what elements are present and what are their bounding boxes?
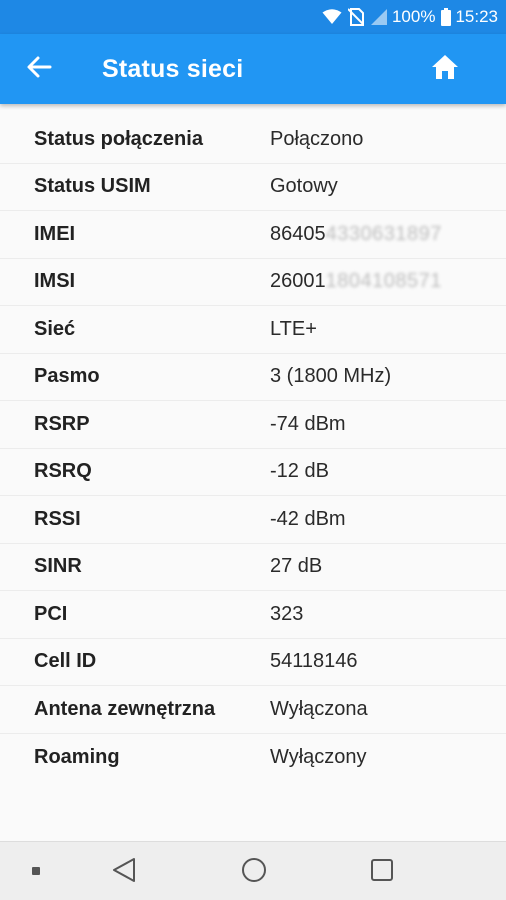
row-value: -42 dBm [270, 507, 346, 530]
nav-home-button[interactable] [236, 854, 272, 890]
row-value: -74 dBm [270, 412, 346, 435]
back-triangle-icon [112, 857, 136, 888]
battery-icon [441, 8, 452, 26]
home-circle-icon [241, 857, 267, 888]
list-item: Pasmo 3 (1800 MHz) [0, 354, 506, 401]
row-value: 260011804108571 [270, 270, 442, 293]
list-item: Sieć LTE+ [0, 306, 506, 354]
list-item: Antena zewnętrzna Wyłączona [0, 686, 506, 734]
row-value: 323 [270, 602, 304, 625]
signal-icon [370, 8, 388, 26]
list-item: IMSI 260011804108571 [0, 259, 506, 306]
recents-square-icon [370, 858, 394, 887]
list-item: IMEI 864054330631897 [0, 211, 506, 259]
row-label: Status połączenia [34, 127, 203, 150]
page-title: Status sieci [102, 55, 244, 83]
row-label: Roaming [34, 745, 120, 768]
list-item: Status połączenia Połączono [0, 116, 506, 164]
row-label: IMSI [34, 270, 76, 293]
arrow-back-icon [26, 54, 52, 85]
list-item: Status USIM Gotowy [0, 164, 506, 211]
imsi-redacted: 1804108571 [325, 270, 442, 293]
row-label: Sieć [34, 317, 76, 340]
list-item: Roaming Wyłączony [0, 734, 506, 782]
row-label: Pasmo [34, 365, 100, 388]
list-item: RSRQ -12 dB [0, 449, 506, 496]
row-label: SINR [34, 555, 82, 578]
wifi-icon [322, 9, 342, 25]
row-label: IMEI [34, 222, 76, 245]
no-sim-icon [347, 8, 364, 26]
row-value: Wyłączony [270, 745, 367, 768]
row-value: LTE+ [270, 317, 317, 340]
row-value: 864054330631897 [270, 223, 442, 246]
row-value: Wyłączona [270, 697, 368, 720]
list-item: SINR 27 dB [0, 544, 506, 591]
list-item: Cell ID 54118146 [0, 639, 506, 686]
list-item: RSSI -42 dBm [0, 496, 506, 544]
status-bar: 100% 15:23 [0, 0, 506, 34]
list-item: RSRP -74 dBm [0, 401, 506, 449]
app-bar: Status sieci [0, 34, 506, 104]
nav-back-button[interactable] [106, 854, 142, 890]
battery-percent: 100% [391, 7, 436, 26]
row-label: Antena zewnętrzna [34, 697, 216, 720]
network-status-list: Status połączenia Połączono Status USIM … [0, 116, 506, 781]
row-value: 3 (1800 MHz) [270, 365, 392, 388]
row-label: Cell ID [34, 650, 97, 673]
imei-redacted: 4330631897 [325, 222, 442, 245]
row-value: 27 dB [270, 555, 323, 578]
list-item: PCI 323 [0, 591, 506, 639]
nav-recents-button[interactable] [364, 854, 400, 890]
row-value: 54118146 [270, 650, 358, 673]
clock: 15:23 [455, 7, 498, 26]
dot-button[interactable] [26, 862, 46, 882]
imsi-visible: 26001 [270, 270, 326, 293]
system-nav-bar [0, 841, 506, 900]
row-value: Gotowy [270, 175, 338, 198]
row-label: RSRP [34, 412, 90, 435]
row-value: -12 dB [270, 460, 329, 483]
row-label: RSRQ [34, 460, 92, 483]
row-label: RSSI [34, 507, 81, 530]
back-button[interactable] [22, 52, 56, 86]
row-value: Połączono [270, 127, 364, 150]
home-icon [431, 54, 459, 85]
dot-icon [31, 863, 41, 881]
row-label: Status USIM [34, 175, 151, 198]
row-label: PCI [34, 602, 68, 625]
imei-visible: 86405 [270, 222, 326, 245]
home-button[interactable] [428, 52, 462, 86]
